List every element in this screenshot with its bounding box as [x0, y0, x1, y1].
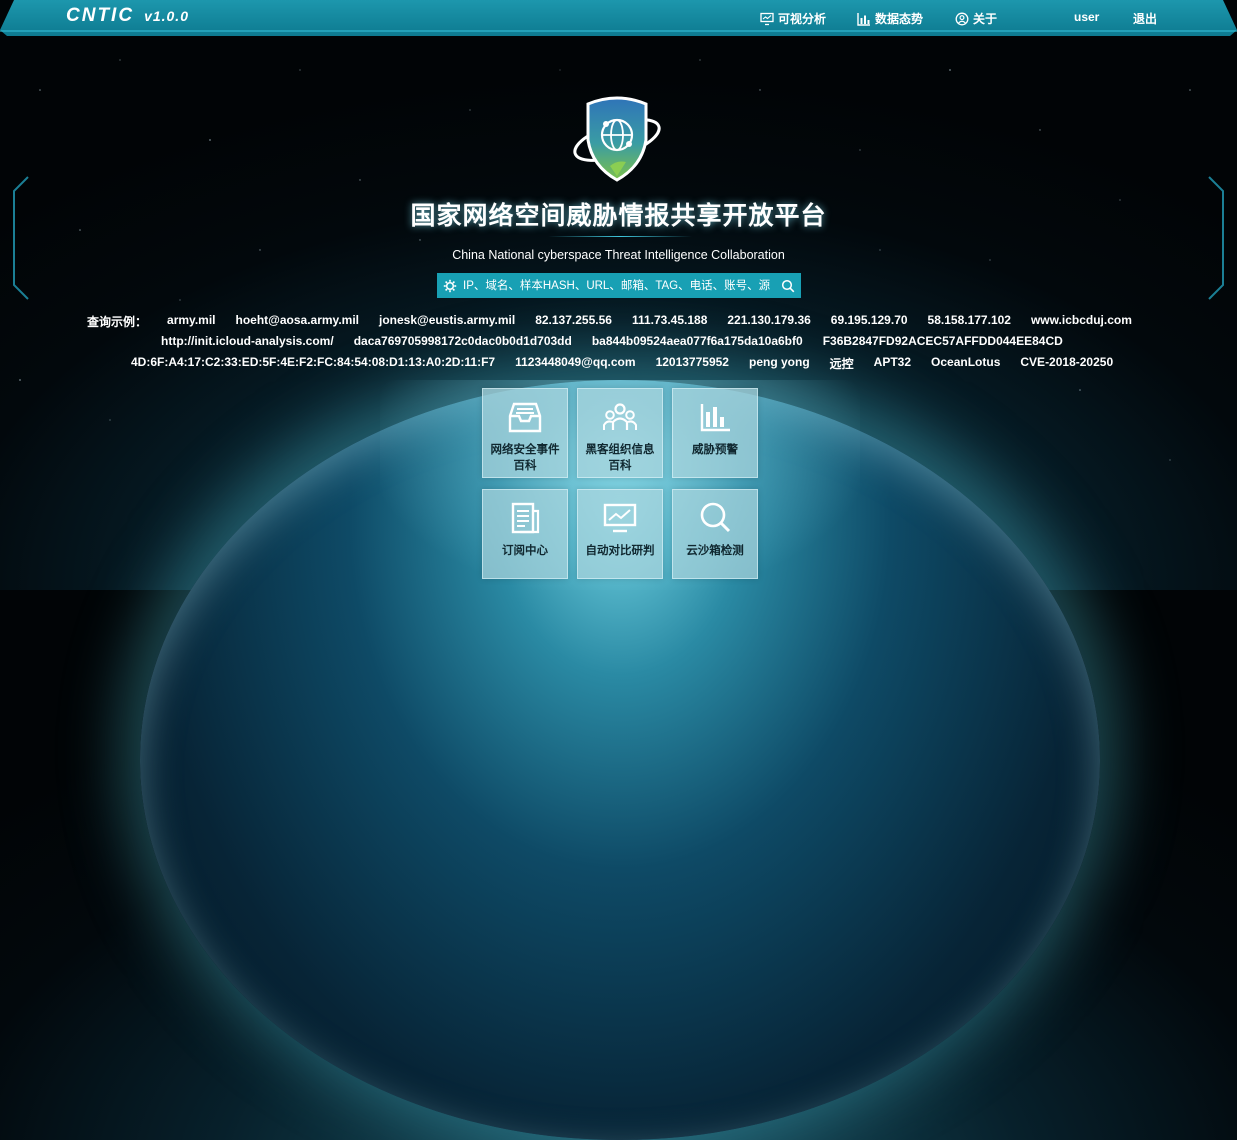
examples-row-2: http://init.icloud-analysis.com/ daca769…: [161, 334, 1063, 348]
examples-row-3: 4D:6F:A4:17:C2:33:ED:5F:4E:F2:FC:84:54:0…: [131, 355, 1113, 372]
example-link[interactable]: http://init.icloud-analysis.com/: [161, 334, 334, 348]
search-icon: [700, 502, 731, 533]
brand-logo[interactable]: CNTIC v1.0.0: [66, 5, 189, 27]
tile-label: 订阅中心: [502, 545, 548, 557]
example-link[interactable]: CVE-2018-20250: [1020, 355, 1113, 372]
example-link[interactable]: 4D:6F:A4:17:C2:33:ED:5F:4E:F2:FC:84:54:0…: [131, 355, 495, 372]
example-link[interactable]: 69.195.129.70: [831, 313, 908, 330]
nav-label: 可视分析: [778, 12, 827, 26]
tile-security-event-wiki[interactable]: 网络安全事件百科: [482, 388, 568, 478]
tile-subscription-center[interactable]: 订阅中心: [482, 489, 568, 579]
platform-shield-logo: [573, 96, 661, 182]
left-bracket-decoration: [13, 176, 29, 300]
example-link[interactable]: ba844b09524aea077f6a175da10a6bf0: [592, 334, 803, 348]
monitor-chart-icon: [603, 503, 637, 533]
examples-row-1: 查询示例： army.mil hoeht@aosa.army.mil jones…: [87, 313, 1132, 330]
topbar-edge-line: [0, 30, 1237, 32]
example-link[interactable]: APT32: [874, 355, 911, 372]
example-link[interactable]: army.mil: [167, 313, 215, 330]
nav-label: 关于: [973, 12, 998, 26]
page-title: 国家网络空间威胁情报共享开放平台: [410, 202, 827, 230]
tile-label: 黑客组织信息百科: [585, 444, 655, 472]
title-divider: [548, 236, 692, 237]
example-link[interactable]: 1123448049@qq.com: [515, 355, 635, 372]
example-link[interactable]: peng yong: [749, 355, 810, 372]
tile-label: 云沙箱检测: [686, 545, 744, 557]
example-link[interactable]: 远控: [830, 355, 854, 372]
user-circle-icon: [955, 12, 969, 25]
tile-label: 网络安全事件百科: [490, 444, 560, 472]
example-link[interactable]: daca769705998172c0dac0b0d1d703dd: [354, 334, 572, 348]
nav-visual-analysis[interactable]: 可视分析: [760, 10, 826, 27]
nav-data-situation[interactable]: 数据态势: [857, 10, 923, 27]
document-icon: [511, 502, 540, 534]
nav-about[interactable]: 关于: [955, 10, 997, 27]
search-bar: [437, 273, 801, 298]
bar-chart-icon: [700, 404, 730, 432]
example-link[interactable]: 58.158.177.102: [928, 313, 1011, 330]
tile-label: 自动对比研判: [585, 545, 655, 557]
example-link[interactable]: hoeht@aosa.army.mil: [235, 313, 359, 330]
tile-threat-warning[interactable]: 威胁预警: [672, 388, 758, 478]
logout-link[interactable]: 退出: [1133, 10, 1157, 27]
example-link[interactable]: www.icbcduj.com: [1031, 313, 1132, 330]
username: user: [1074, 10, 1100, 24]
nav-label: 数据态势: [875, 12, 924, 26]
tile-hacker-group-wiki[interactable]: 黑客组织信息百科: [577, 388, 663, 478]
tile-cloud-sandbox[interactable]: 云沙箱检测: [672, 489, 758, 579]
example-link[interactable]: 111.73.45.188: [632, 313, 707, 330]
inbox-icon: [508, 402, 542, 433]
example-link[interactable]: 12013775952: [656, 355, 729, 372]
brand-name: CNTIC: [66, 5, 135, 26]
right-bracket-decoration: [1208, 176, 1224, 300]
logout-label: 退出: [1133, 12, 1158, 26]
brand-version: v1.0.0: [144, 8, 189, 24]
gear-icon[interactable]: [443, 279, 457, 293]
page-subtitle: China National cyberspace Threat Intelli…: [452, 248, 785, 262]
user-menu[interactable]: user: [1074, 10, 1099, 24]
example-link[interactable]: 82.137.255.56: [535, 313, 612, 330]
tile-auto-compare[interactable]: 自动对比研判: [577, 489, 663, 579]
monitor-chart-icon: [760, 12, 774, 25]
example-link[interactable]: F36B2847FD92ACEC57AFFDD044EE84CD: [823, 334, 1063, 348]
search-icon[interactable]: [781, 279, 795, 293]
bar-chart-icon: [857, 12, 870, 26]
search-input[interactable]: [457, 274, 781, 297]
example-link[interactable]: 221.130.179.36: [727, 313, 810, 330]
group-icon: [603, 403, 637, 430]
example-link[interactable]: jonesk@eustis.army.mil: [379, 313, 515, 330]
tile-label: 威胁预警: [692, 444, 738, 456]
examples-label: 查询示例：: [87, 315, 148, 329]
example-link[interactable]: OceanLotus: [931, 355, 1000, 372]
